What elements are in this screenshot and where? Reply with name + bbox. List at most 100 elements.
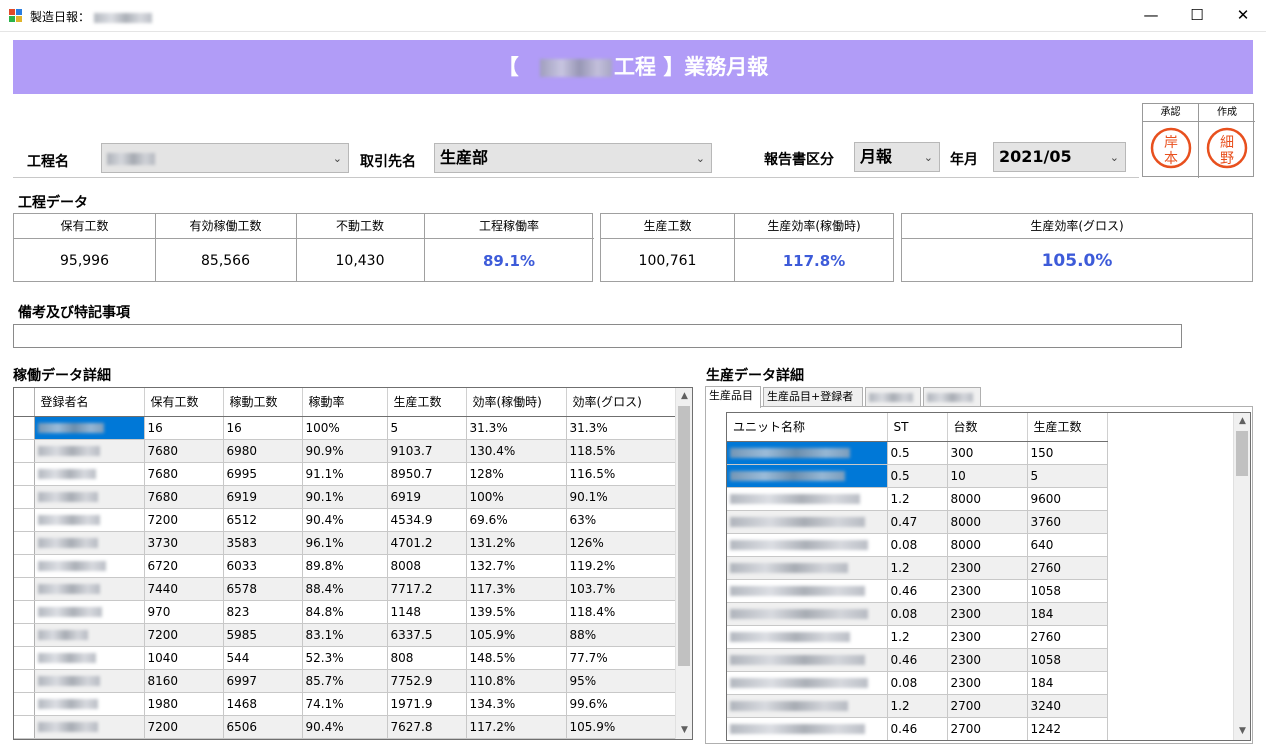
table-cell[interactable]: 89.8% [302, 554, 388, 578]
table-cell[interactable]: 1148 [387, 600, 467, 624]
name-cell-redacted[interactable] [34, 439, 145, 463]
table-cell[interactable]: 150 [1027, 441, 1108, 465]
scroll-up-icon[interactable]: ▲ [1234, 413, 1250, 430]
close-button[interactable]: ✕ [1220, 0, 1266, 32]
row-header[interactable] [14, 600, 35, 624]
name-cell-redacted[interactable] [34, 531, 145, 555]
table-cell[interactable]: 116.5% [566, 462, 677, 486]
table-cell[interactable]: 90.4% [302, 508, 388, 532]
table-cell[interactable]: 118.5% [566, 439, 677, 463]
report-type-select[interactable]: 月報 ⌄ [854, 142, 940, 172]
tab-items[interactable]: 生産品目 [705, 386, 761, 408]
table-cell[interactable]: 85.7% [302, 669, 388, 693]
table-cell[interactable]: 6506 [223, 715, 303, 739]
table-cell[interactable]: 9103.7 [387, 439, 467, 463]
name-cell-redacted[interactable] [727, 487, 888, 511]
table-cell[interactable]: 970 [144, 600, 224, 624]
table-cell[interactable]: 0.08 [887, 602, 948, 626]
table-cell[interactable]: 3730 [144, 531, 224, 555]
scroll-down-icon[interactable]: ▼ [676, 722, 692, 739]
table-cell[interactable]: 6720 [144, 554, 224, 578]
table-cell[interactable]: 0.5 [887, 441, 948, 465]
table-cell[interactable]: 5985 [223, 623, 303, 647]
name-cell-redacted[interactable] [727, 556, 888, 580]
table-row[interactable]: 7200 5985 83.1% 6337.5 105.9% 88% [14, 623, 677, 647]
name-cell-redacted[interactable] [727, 464, 888, 488]
table-cell[interactable]: 100% [302, 416, 388, 440]
row-header[interactable] [14, 692, 35, 716]
column-header[interactable]: 生産工数 [1027, 413, 1108, 442]
table-cell[interactable]: 139.5% [466, 600, 567, 624]
table-row[interactable]: 0.47 8000 3760 [727, 510, 1108, 534]
table-cell[interactable]: 119.2% [566, 554, 677, 578]
scroll-down-icon[interactable]: ▼ [1234, 723, 1250, 740]
table-cell[interactable]: 544 [223, 646, 303, 670]
maximize-button[interactable]: ☐ [1174, 0, 1220, 32]
table-cell[interactable]: 1058 [1027, 579, 1108, 603]
column-header[interactable]: ユニット名称 [727, 413, 888, 442]
table-cell[interactable]: 91.1% [302, 462, 388, 486]
table-cell[interactable]: 69.6% [466, 508, 567, 532]
table-cell[interactable]: 9600 [1027, 487, 1108, 511]
table-cell[interactable]: 6995 [223, 462, 303, 486]
table-cell[interactable]: 134.3% [466, 692, 567, 716]
name-cell-redacted[interactable] [34, 462, 145, 486]
tab-items-registrant[interactable]: 生産品目+登録者 [763, 387, 863, 407]
column-header[interactable]: 稼動率 [302, 388, 388, 417]
row-header[interactable] [14, 623, 35, 647]
table-row[interactable]: 0.46 2300 1058 [727, 579, 1108, 603]
table-row[interactable]: 0.46 2300 1058 [727, 648, 1108, 672]
name-cell-redacted[interactable] [34, 554, 145, 578]
column-header[interactable]: 生産工数 [387, 388, 467, 417]
client-select[interactable]: 生産部 ⌄ [434, 143, 712, 173]
table-cell[interactable]: 6919 [223, 485, 303, 509]
column-header[interactable]: ST [887, 413, 948, 442]
name-cell-redacted[interactable] [727, 671, 888, 695]
row-header[interactable] [14, 646, 35, 670]
table-cell[interactable]: 4701.2 [387, 531, 467, 555]
table-cell[interactable]: 105.9% [466, 623, 567, 647]
table-cell[interactable]: 74.1% [302, 692, 388, 716]
table-cell[interactable]: 8000 [947, 533, 1028, 557]
table-row[interactable]: 7680 6980 90.9% 9103.7 130.4% 118.5% [14, 439, 677, 463]
table-cell[interactable]: 3760 [1027, 510, 1108, 534]
table-cell[interactable]: 117.3% [466, 577, 567, 601]
table-cell[interactable]: 7680 [144, 462, 224, 486]
name-cell-redacted[interactable] [727, 441, 888, 465]
table-cell[interactable]: 1242 [1027, 717, 1108, 740]
table-cell[interactable]: 131.2% [466, 531, 567, 555]
table-cell[interactable]: 5 [1027, 464, 1108, 488]
table-cell[interactable]: 83.1% [302, 623, 388, 647]
table-cell[interactable]: 300 [947, 441, 1028, 465]
operation-detail-grid[interactable]: 登録者名 保有工数 稼動工数 稼動率 生産工数 効率(稼働時) 効率(グロス) 16 16 10… [13, 387, 693, 740]
table-row[interactable]: 0.08 2300 184 [727, 671, 1108, 695]
table-cell[interactable]: 0.46 [887, 717, 948, 740]
tab-redacted-1[interactable] [865, 387, 921, 407]
table-cell[interactable]: 1.2 [887, 556, 948, 580]
table-cell[interactable]: 16 [144, 416, 224, 440]
name-cell-redacted[interactable] [34, 485, 145, 509]
table-cell[interactable]: 130.4% [466, 439, 567, 463]
table-cell[interactable]: 2300 [947, 602, 1028, 626]
name-cell-redacted[interactable] [727, 579, 888, 603]
table-cell[interactable]: 2300 [947, 648, 1028, 672]
table-cell[interactable]: 3240 [1027, 694, 1108, 718]
minimize-button[interactable]: — [1128, 0, 1174, 32]
table-row[interactable]: 1.2 2300 2760 [727, 625, 1108, 649]
table-cell[interactable]: 8008 [387, 554, 467, 578]
table-cell[interactable]: 8160 [144, 669, 224, 693]
table-cell[interactable]: 7200 [144, 623, 224, 647]
table-cell[interactable]: 10 [947, 464, 1028, 488]
table-cell[interactable]: 90.1% [566, 485, 677, 509]
name-cell-redacted[interactable] [727, 694, 888, 718]
table-row[interactable]: 0.08 8000 640 [727, 533, 1108, 557]
table-cell[interactable]: 148.5% [466, 646, 567, 670]
table-cell[interactable]: 7627.8 [387, 715, 467, 739]
table-cell[interactable]: 7717.2 [387, 577, 467, 601]
column-header[interactable]: 保有工数 [144, 388, 224, 417]
table-cell[interactable]: 1971.9 [387, 692, 467, 716]
table-cell[interactable]: 96.1% [302, 531, 388, 555]
name-cell-redacted[interactable] [34, 508, 145, 532]
table-cell[interactable]: 90.4% [302, 715, 388, 739]
table-cell[interactable]: 2700 [947, 717, 1028, 740]
